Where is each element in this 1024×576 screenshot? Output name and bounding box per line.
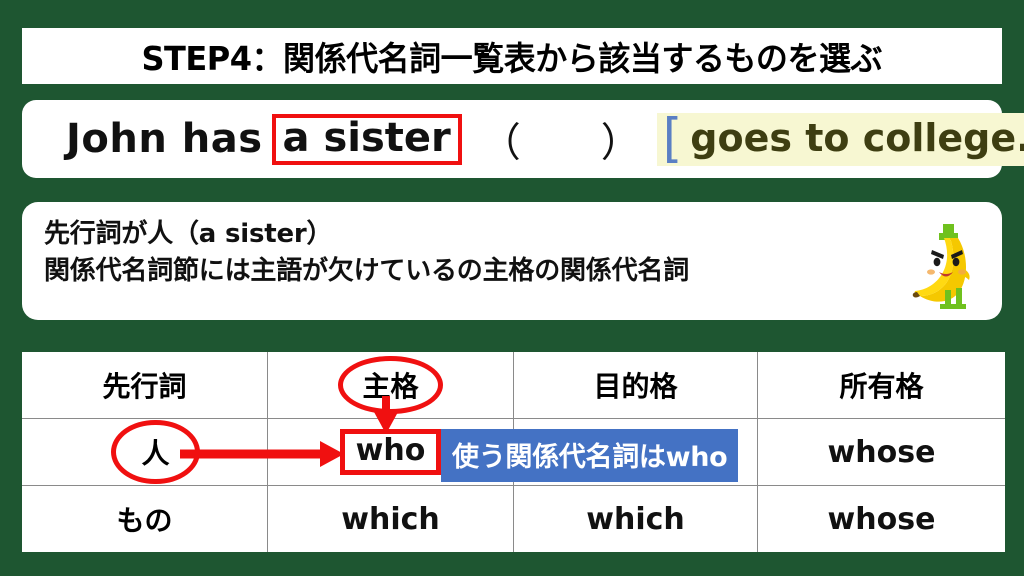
bracket-open-icon: [: [662, 107, 683, 168]
explanation-line-2: 関係代名詞節には主語が欠けているの主格の関係代名詞: [44, 255, 690, 286]
header-label-antecedent: 先行詞: [102, 370, 187, 403]
cell-label-person-possessive: whose: [827, 434, 936, 470]
page-title: STEP4：関係代名詞一覧表から該当するものを選ぶ: [141, 39, 883, 78]
answer-blank: （ ）: [480, 120, 641, 166]
title-bar: STEP4：関係代名詞一覧表から該当するものを選ぶ: [22, 28, 1002, 84]
cell-label-thing-objective: which: [586, 501, 685, 537]
cell-label-person: 人: [141, 437, 170, 470]
explanation-line-1: 先行詞が人（a sister）: [44, 219, 333, 249]
slide-root: STEP4：関係代名詞一覧表から該当するものを選ぶ John has a sis…: [0, 0, 1024, 576]
relative-clause-highlight: [ goes to college. ]: [656, 107, 1024, 168]
example-sentence-box: John has a sister （ ） [ goes to college.…: [22, 100, 1024, 178]
header-cell-antecedent: 先行詞: [22, 352, 268, 419]
table-row: もの which which whose: [22, 485, 1005, 552]
callout-use-who: 使う関係代名詞はwho: [441, 429, 739, 482]
cell-thing-objective: which: [513, 485, 758, 552]
cell-thing-possessive: whose: [757, 485, 1005, 552]
cell-thing-subjective: which: [267, 485, 514, 552]
header-label-possessive: 所有格: [839, 370, 924, 403]
relative-clause-text: goes to college.: [690, 116, 1024, 160]
header-cell-subjective: 主格: [267, 352, 514, 419]
table-header-row: 先行詞 主格 目的格 所有格: [22, 352, 1005, 419]
header-cell-objective: 目的格: [513, 352, 758, 419]
sentence-subject: John has: [66, 116, 263, 162]
cell-label-thing-subjective: which: [341, 501, 440, 537]
header-cell-possessive: 所有格: [757, 352, 1005, 419]
subjective-header-circled: 主格: [338, 356, 443, 414]
cell-label-thing: もの: [116, 504, 173, 537]
header-label-subjective: 主格: [362, 370, 419, 403]
answer-who-box: who: [339, 429, 442, 475]
antecedent-highlight: a sister: [271, 113, 462, 165]
angry-banana-character-icon: [912, 224, 970, 309]
cell-person-antecedent: 人: [22, 418, 268, 486]
person-cell-inner: 人: [22, 419, 267, 485]
person-circled: 人: [111, 420, 200, 484]
cell-label-thing-possessive: whose: [827, 501, 936, 537]
cell-thing-antecedent: もの: [22, 485, 268, 552]
explanation-box: 先行詞が人（a sister） 関係代名詞節には主語が欠けているの主格の関係代名…: [22, 202, 1002, 320]
cell-person-possessive: whose: [757, 418, 1005, 486]
header-label-objective: 目的格: [593, 370, 678, 403]
